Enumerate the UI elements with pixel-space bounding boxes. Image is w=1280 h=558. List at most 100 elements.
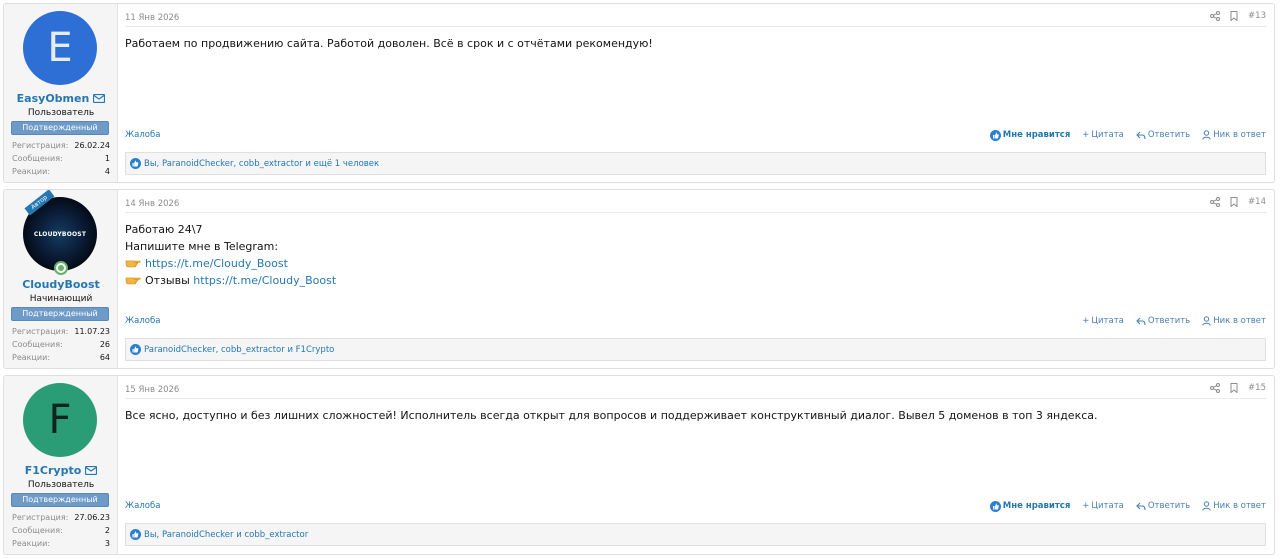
reviews-link[interactable]: https://t.me/Cloudy_Boost	[193, 274, 336, 287]
envelope-icon[interactable]	[85, 466, 98, 475]
stat-registration: Регистрация: 11.07.23	[12, 325, 110, 338]
stat-registration: Регистрация: 26.02.24	[12, 139, 110, 152]
username-text[interactable]: F1Crypto	[25, 464, 82, 477]
bookmark-icon[interactable]	[1230, 197, 1238, 207]
like-label: Мне нравится	[1002, 501, 1071, 511]
plus-icon: +	[1082, 130, 1090, 140]
likes-summary[interactable]: ParanoidChecker, cobb_extractor и F1Cryp…	[125, 338, 1266, 361]
reply-button[interactable]: Ответить	[1136, 316, 1190, 326]
stat-label: Регистрация:	[12, 327, 69, 336]
stat-reactions: Реакции: 4	[12, 165, 110, 178]
stat-reactions: Реакции: 3	[12, 537, 110, 550]
stat-reactions: Реакции: 64	[12, 351, 110, 364]
telegram-link[interactable]: https://t.me/Cloudy_Boost	[145, 257, 288, 270]
divider	[125, 398, 1267, 399]
username-text[interactable]: EasyObmen	[17, 92, 90, 105]
quote-button[interactable]: + Цитата	[1082, 316, 1124, 326]
username[interactable]: F1Crypto	[4, 464, 118, 477]
report-link[interactable]: Жалоба	[125, 501, 160, 511]
stat-messages: Сообщения: 1	[12, 152, 110, 165]
quote-label: Цитата	[1091, 501, 1124, 511]
mention-button[interactable]: Ник в ответ	[1202, 501, 1266, 511]
mention-button[interactable]: Ник в ответ	[1202, 130, 1266, 140]
quote-button[interactable]: + Цитата	[1082, 130, 1124, 140]
reply-button[interactable]: Ответить	[1136, 501, 1190, 511]
message-line: https://t.me/Cloudy_Boost	[125, 255, 1264, 272]
share-icon[interactable]	[1210, 383, 1221, 393]
post-message: Работаю 24\7 Напишите мне в Telegram: ht…	[125, 221, 1264, 289]
stat-label: Сообщения:	[12, 154, 63, 163]
user-stats: Регистрация: 26.02.24 Сообщения: 1 Реакции…	[12, 139, 110, 178]
reply-icon	[1136, 317, 1146, 325]
post-date[interactable]: 15 Янв 2026	[125, 385, 179, 395]
post-footer: Жалоба Мне нравится + Цитата Ответить Ник…	[125, 128, 1266, 142]
avatar-logo-text: CLOUDYBOOST	[33, 230, 87, 238]
stat-messages: Сообщения: 2	[12, 524, 110, 537]
username[interactable]: CloudyBoost	[4, 278, 118, 291]
message-line: Работаю 24\7	[125, 223, 203, 236]
stat-value: 26	[99, 340, 110, 349]
plus-icon: +	[1082, 501, 1090, 511]
reply-button[interactable]: Ответить	[1136, 130, 1190, 140]
post-date[interactable]: 11 Янв 2026	[125, 13, 179, 23]
bookmark-icon[interactable]	[1230, 383, 1238, 393]
stat-label: Регистрация:	[12, 141, 69, 150]
user-sidebar: E EasyObmen Пользователь Подтвержденный …	[4, 4, 118, 182]
report-link[interactable]: Жалоба	[125, 130, 160, 140]
user-sidebar: F F1Crypto Пользователь Подтвержденный Р…	[4, 376, 118, 554]
post-13: E EasyObmen Пользователь Подтвержденный …	[3, 3, 1275, 183]
post-tools: #13	[1210, 11, 1266, 21]
stat-messages: Сообщения: 26	[12, 338, 110, 351]
post-number[interactable]: #15	[1248, 383, 1266, 393]
reply-label: Ответить	[1147, 316, 1191, 326]
user-title: Начинающий	[29, 294, 93, 304]
person-icon	[1202, 130, 1211, 140]
thumbs-up-icon	[130, 158, 141, 169]
user-sidebar: CLOUDYBOOST Автор CloudyBoost Начинающий…	[4, 190, 118, 368]
user-banner: Подтвержденный	[11, 493, 109, 507]
like-button[interactable]: Мне нравится	[989, 500, 1071, 512]
message-line: Отзывы https://t.me/Cloudy_Boost	[125, 272, 1264, 289]
thumbs-up-icon	[130, 529, 141, 540]
stat-value: 2	[104, 526, 110, 535]
quote-label: Цитата	[1091, 130, 1124, 140]
quote-label: Цитата	[1091, 316, 1124, 326]
share-icon[interactable]	[1210, 11, 1221, 21]
bookmark-icon[interactable]	[1230, 11, 1238, 21]
likes-summary[interactable]: Вы, ParanoidChecker, cobb_extractor и ещ…	[125, 152, 1266, 175]
thumbs-up-icon	[130, 344, 141, 355]
avatar[interactable]: E	[23, 11, 97, 85]
username-text[interactable]: CloudyBoost	[22, 278, 100, 291]
likes-summary[interactable]: Вы, ParanoidChecker и cobb_extractor	[125, 523, 1266, 546]
envelope-icon[interactable]	[93, 94, 106, 103]
post-number[interactable]: #13	[1248, 11, 1266, 21]
stat-registration: Регистрация: 27.06.23	[12, 511, 110, 524]
plus-icon: +	[1082, 316, 1090, 326]
like-label: Мне нравится	[1002, 130, 1071, 140]
report-link[interactable]: Жалоба	[125, 316, 160, 326]
post-date[interactable]: 14 Янв 2026	[125, 199, 179, 209]
mention-button[interactable]: Ник в ответ	[1202, 316, 1266, 326]
likes-text[interactable]: Вы, ParanoidChecker и cobb_extractor	[144, 530, 308, 540]
stat-value: 64	[99, 353, 110, 362]
share-icon[interactable]	[1210, 197, 1221, 207]
user-title: Пользователь	[27, 108, 95, 118]
reply-icon	[1136, 502, 1146, 510]
divider	[125, 212, 1267, 213]
post-number[interactable]: #14	[1248, 197, 1266, 207]
stat-label: Регистрация:	[12, 513, 69, 522]
username[interactable]: EasyObmen	[4, 92, 118, 105]
like-button[interactable]: Мне нравится	[989, 129, 1071, 141]
likes-text[interactable]: Вы, ParanoidChecker, cobb_extractor и ещ…	[144, 159, 379, 169]
online-icon	[54, 261, 68, 275]
post-message: Работаем по продвижению сайта. Работой д…	[125, 37, 653, 50]
avatar[interactable]: F	[23, 383, 97, 457]
reply-icon	[1136, 131, 1146, 139]
quote-button[interactable]: + Цитата	[1082, 501, 1124, 511]
likes-text[interactable]: ParanoidChecker, cobb_extractor и F1Cryp…	[144, 345, 334, 355]
stat-value: 3	[104, 539, 110, 548]
reply-label: Ответить	[1147, 501, 1191, 511]
stat-value: 27.06.23	[74, 513, 110, 522]
post-tools: #15	[1210, 383, 1266, 393]
stat-label: Сообщения:	[12, 526, 63, 535]
